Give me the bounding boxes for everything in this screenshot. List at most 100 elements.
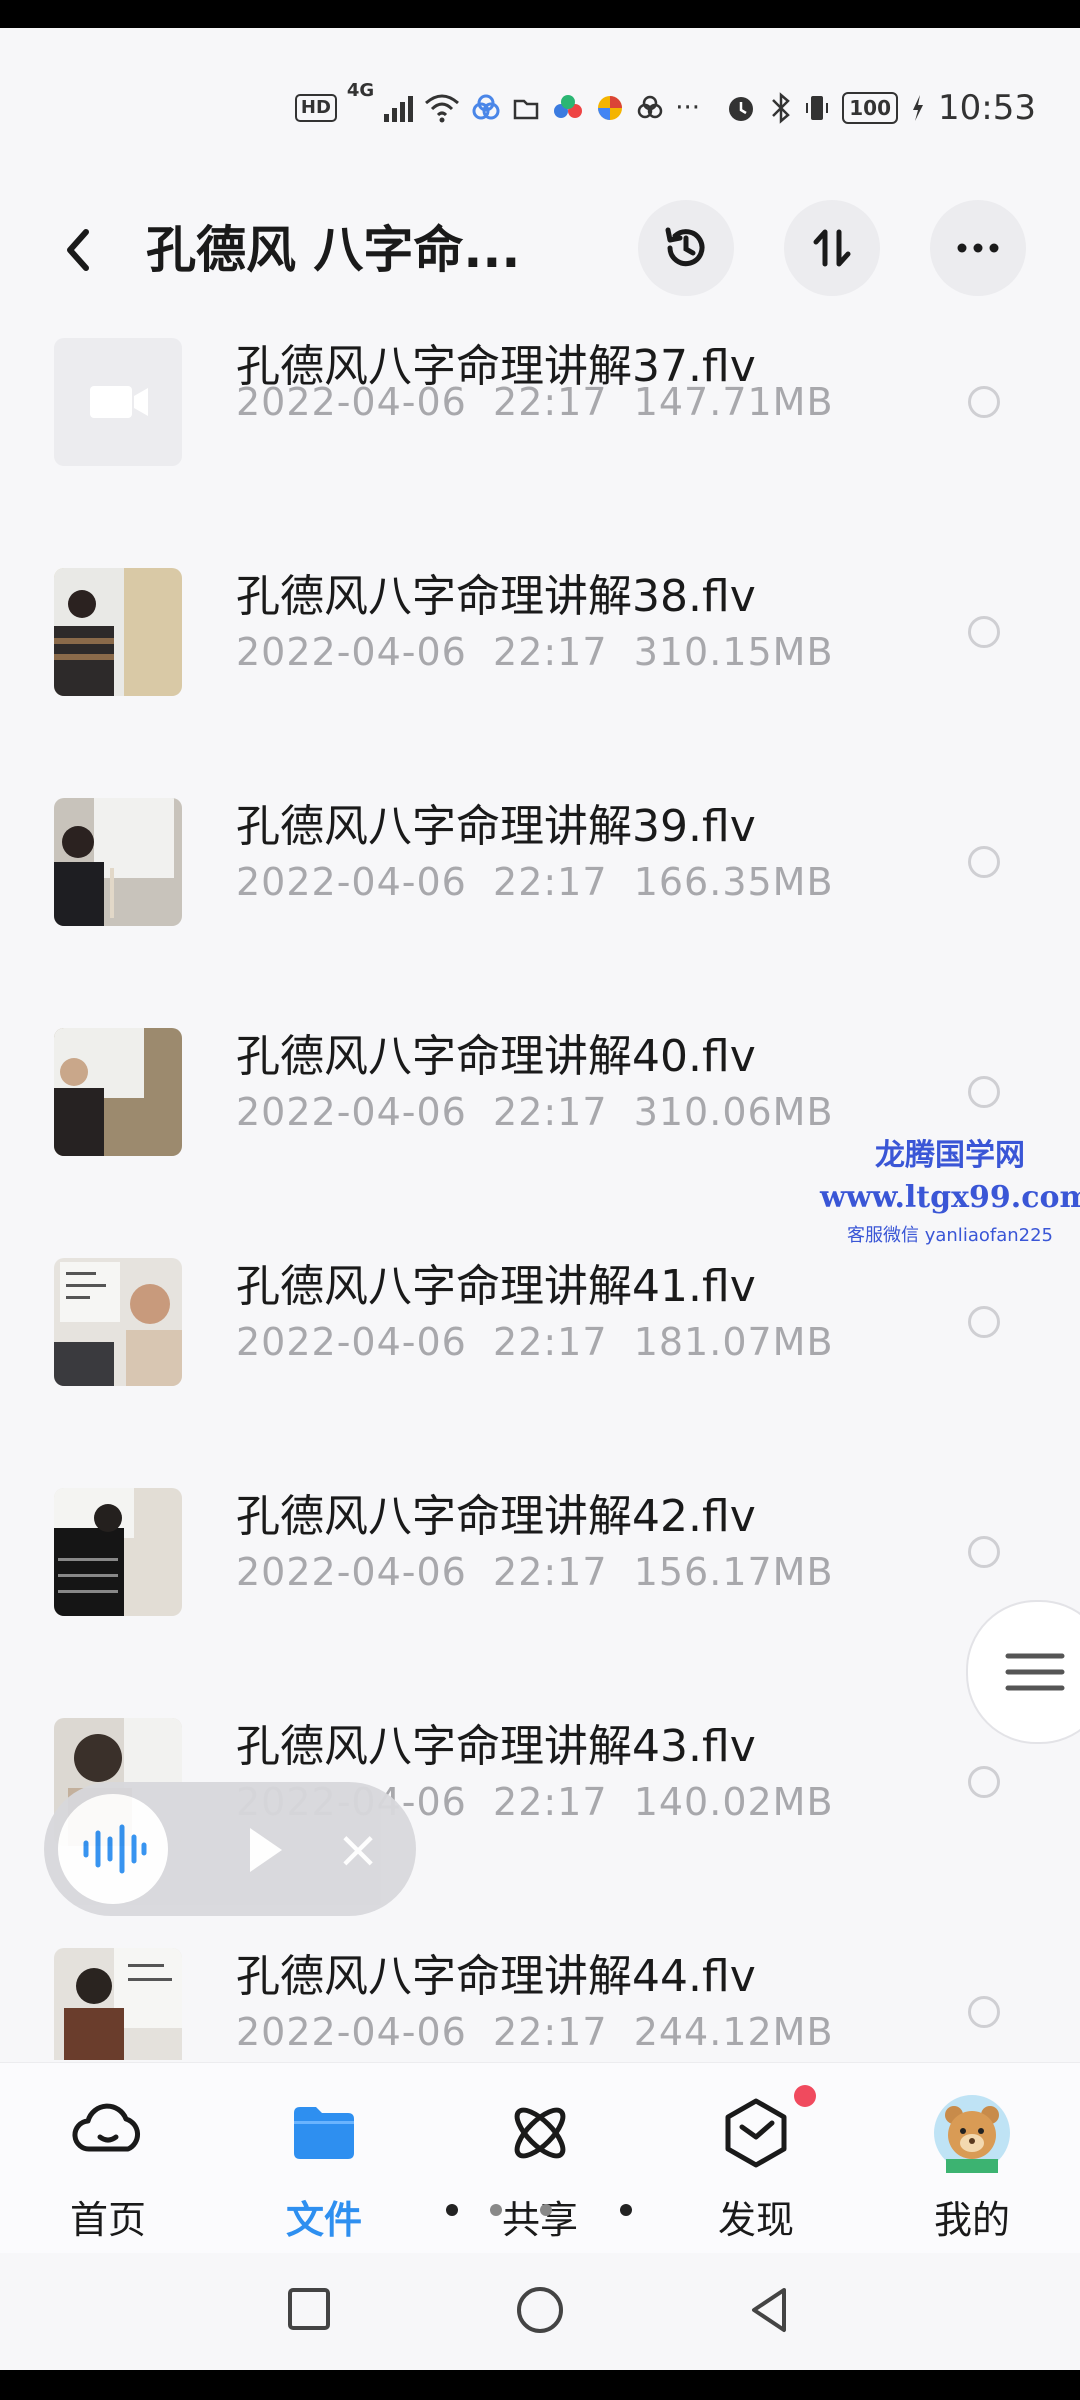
floating-audio-player[interactable]: × xyxy=(44,1782,416,1916)
watermark-contact: 客服微信 yanliaofan225 xyxy=(847,1225,1053,1246)
nav-mine[interactable]: 我的 xyxy=(892,2093,1052,2243)
network-type: 4G xyxy=(346,80,375,101)
back-nav-button[interactable] xyxy=(744,2284,796,2336)
recent-apps-button[interactable] xyxy=(284,2284,334,2334)
video-thumbnail xyxy=(54,1488,182,1616)
close-button[interactable]: × xyxy=(330,1822,386,1878)
file-date: 2022-04-06 xyxy=(236,1550,467,1594)
vibrate-icon xyxy=(806,96,829,120)
signal-icon xyxy=(384,94,414,122)
file-time: 22:17 xyxy=(493,380,608,424)
battery-indicator: 100 xyxy=(842,92,899,124)
top-black-edge xyxy=(0,0,1080,28)
nav-discover-label: 发现 xyxy=(717,2198,794,2242)
file-name: 孔德风八字命理讲解42.flv xyxy=(236,1491,756,1542)
history-button[interactable] xyxy=(638,200,734,296)
select-radio[interactable] xyxy=(968,846,1000,878)
more-notifications: ··· xyxy=(675,93,700,123)
watermark: 龙腾国学网 www.ltgx99.com 客服微信 yanliaofan225 xyxy=(820,1130,1080,1247)
file-size: 147.71MB xyxy=(633,380,834,424)
list-item[interactable]: 孔德风八字命理讲解37.flv 2022-04-06 22:17 147.71M… xyxy=(0,330,1080,466)
page-dot xyxy=(490,2204,502,2216)
circle-icon xyxy=(517,2287,563,2333)
home-button[interactable] xyxy=(514,2284,566,2336)
file-size: 244.12MB xyxy=(633,2010,834,2054)
file-size: 166.35MB xyxy=(633,860,834,904)
file-date: 2022-04-06 xyxy=(236,630,467,674)
select-radio[interactable] xyxy=(968,1306,1000,1338)
video-thumbnail xyxy=(54,1258,182,1386)
watermark-title: 龙腾国学网 xyxy=(875,1138,1025,1173)
select-radio[interactable] xyxy=(968,616,1000,648)
select-radio[interactable] xyxy=(968,1996,1000,2028)
select-radio[interactable] xyxy=(968,1076,1000,1108)
avatar xyxy=(934,2095,1010,2173)
nav-discover[interactable]: 发现 xyxy=(676,2085,836,2243)
more-options-button[interactable] xyxy=(930,200,1026,296)
bottom-navigation: 首页 文件 共享 发现 我的 xyxy=(0,2062,1080,2253)
play-icon xyxy=(250,1828,282,1872)
sort-icon xyxy=(813,229,851,267)
charging-icon xyxy=(913,95,924,121)
file-name: 孔德风八字命理讲解44.flv xyxy=(236,1951,756,2002)
bottom-black-edge xyxy=(0,2370,1080,2400)
discover-cube-icon xyxy=(725,2098,787,2168)
file-meta: 2022-04-06 22:17 166.35MB xyxy=(236,860,834,904)
cloud-app-icon xyxy=(472,94,500,120)
audio-wave-icon xyxy=(83,1824,147,1874)
hd-badge: HD xyxy=(294,94,337,122)
page-dot xyxy=(446,2204,458,2216)
atom-share-icon xyxy=(514,2107,566,2159)
file-meta: 2022-04-06 22:17 181.07MB xyxy=(236,1320,834,1364)
menu-lines-icon xyxy=(1005,1653,1065,1691)
play-button[interactable] xyxy=(234,1820,294,1880)
back-button[interactable] xyxy=(52,218,112,282)
file-size: 140.02MB xyxy=(633,1780,834,1824)
list-item[interactable]: 孔德风八字命理讲解38.flv 2022-04-06 22:17 310.15M… xyxy=(0,460,1080,696)
file-time: 22:17 xyxy=(493,1090,608,1134)
nav-share[interactable]: 共享 xyxy=(460,2093,620,2243)
file-time: 22:17 xyxy=(493,860,608,904)
sort-button[interactable] xyxy=(784,200,880,296)
app-header: 孔德风 八字命... xyxy=(0,200,1080,300)
history-icon xyxy=(665,227,705,267)
video-icon xyxy=(90,386,148,418)
thumbnail-image xyxy=(54,568,182,696)
list-item[interactable]: 孔德风八字命理讲解39.flv 2022-04-06 22:17 166.35M… xyxy=(0,690,1080,926)
file-name: 孔德风八字命理讲解41.flv xyxy=(236,1261,756,1312)
select-radio[interactable] xyxy=(968,1536,1000,1568)
close-icon: × xyxy=(336,1820,380,1880)
select-radio[interactable] xyxy=(968,1766,1000,1798)
watermark-url: www.ltgx99.com xyxy=(820,1180,1080,1215)
bluetooth-icon xyxy=(772,92,791,124)
file-date: 2022-04-06 xyxy=(236,380,467,424)
colorful-app-icon xyxy=(598,96,623,120)
select-radio[interactable] xyxy=(968,386,1000,418)
baidu-cloud-icon xyxy=(554,95,583,118)
file-size: 310.06MB xyxy=(633,1090,834,1134)
file-name: 孔德风八字命理讲解39.flv xyxy=(236,801,756,852)
list-item[interactable]: 孔德风八字命理讲解42.flv 2022-04-06 22:17 156.17M… xyxy=(0,1380,1080,1616)
file-time: 22:17 xyxy=(493,2010,608,2054)
file-date: 2022-04-06 xyxy=(236,860,467,904)
file-size: 156.17MB xyxy=(633,1550,834,1594)
video-thumbnail xyxy=(54,568,182,696)
square-icon xyxy=(288,2288,330,2330)
nav-mine-label: 我的 xyxy=(933,2198,1010,2242)
file-meta: 2022-04-06 22:17 156.17MB xyxy=(236,1550,834,1594)
status-bar: HD 4G ··· 100 10:53 xyxy=(0,80,1080,136)
thumbnail-image xyxy=(54,798,182,926)
file-date: 2022-04-06 xyxy=(236,1090,467,1134)
clock: 10:53 xyxy=(938,88,1036,128)
status-right-icons: 100 10:53 xyxy=(724,80,1036,136)
folder-icon xyxy=(294,2107,354,2159)
audio-wave-button[interactable] xyxy=(58,1794,168,1904)
wifi-icon xyxy=(425,94,460,123)
file-time: 22:17 xyxy=(493,1780,608,1824)
list-item[interactable]: 孔德风八字命理讲解40.flv 2022-04-06 22:17 310.06M… xyxy=(0,920,1080,1156)
notification-dot xyxy=(794,2085,816,2107)
nav-files[interactable]: 文件 xyxy=(244,2093,404,2243)
thumbnail-image xyxy=(54,1258,182,1386)
file-meta: 2022-04-06 22:17 147.71MB xyxy=(236,380,834,424)
nav-home[interactable]: 首页 xyxy=(28,2093,188,2243)
